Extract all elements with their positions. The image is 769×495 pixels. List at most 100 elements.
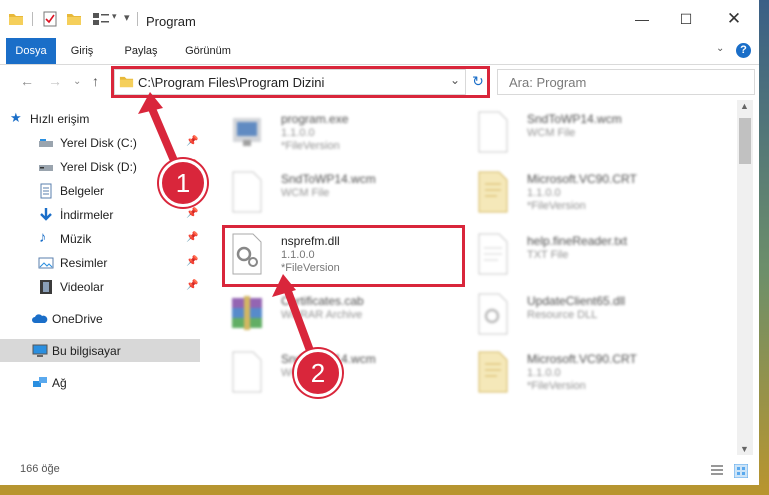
back-arrow-icon[interactable]: ← xyxy=(20,73,34,89)
file-item-vc90-crt[interactable]: Microsoft.VC90.CRT 1.1.0.0 *FileVersion xyxy=(465,344,705,400)
tab-paylas[interactable]: Paylaş xyxy=(118,38,164,64)
film-icon xyxy=(40,280,52,294)
sidebar-item-downloads[interactable]: İndirmeler 📌 xyxy=(0,203,200,226)
picture-icon xyxy=(38,257,54,269)
sidebar-item-onedrive[interactable]: OneDrive xyxy=(0,307,200,330)
file-type: 1.1.0.0 xyxy=(527,367,561,379)
file-name: UpdateClient65.dll xyxy=(527,294,626,308)
divider xyxy=(137,12,138,26)
scroll-down-icon[interactable]: ▼ xyxy=(740,444,749,454)
file-item-vc90-crt[interactable]: Microsoft.VC90.CRT 1.1.0.0 *FileVersion xyxy=(465,164,705,220)
blank-file-icon xyxy=(478,111,508,153)
pin-icon[interactable]: 📌 xyxy=(186,232,198,243)
sidebar-item-network[interactable]: Ağ xyxy=(0,371,200,394)
up-arrow-icon[interactable]: ↑ xyxy=(92,73,99,89)
pin-icon[interactable]: 📌 xyxy=(186,208,198,219)
tab-giris[interactable]: Giriş xyxy=(62,38,102,64)
blank-file-icon xyxy=(232,171,262,213)
vertical-scrollbar[interactable]: ▲ ▼ xyxy=(737,100,753,455)
file-item-sndtowp14[interactable]: SndToWP14.wcm WCM File xyxy=(465,104,705,160)
music-note-icon: ♪ xyxy=(39,229,47,246)
file-name: Microsoft.VC90.CRT xyxy=(527,352,637,366)
pin-icon[interactable]: 📌 xyxy=(186,280,198,291)
close-button[interactable]: ✕ xyxy=(711,0,757,38)
pin-icon[interactable]: 📌 xyxy=(186,256,198,267)
status-bar: 166 öğe xyxy=(0,458,759,485)
file-type: 1.1.0.0 xyxy=(527,187,561,199)
file-version: *FileVersion xyxy=(281,140,340,152)
folder-icon[interactable] xyxy=(8,11,24,27)
drive-icon xyxy=(39,139,53,147)
expand-ribbon-icon[interactable]: ⌄ xyxy=(716,43,724,54)
scrollbar-thumb[interactable] xyxy=(739,118,751,164)
window-title: Program xyxy=(146,14,196,29)
sidebar-item-pictures[interactable]: Resimler 📌 xyxy=(0,251,200,274)
file-item-sndtowp14[interactable]: SndToWP14.wcm WCM File xyxy=(219,164,459,220)
maximize-button[interactable]: ☐ xyxy=(663,0,709,38)
recent-locations-icon[interactable]: ⌄ xyxy=(73,76,81,87)
scroll-up-icon[interactable]: ▲ xyxy=(740,101,749,111)
file-item-updateclient-dll[interactable]: UpdateClient65.dll Resource DLL xyxy=(465,286,705,342)
view-options-icon[interactable] xyxy=(92,11,110,27)
sidebar-item-quick-access[interactable]: ★ Hızlı erişim xyxy=(0,107,200,130)
exe-icon xyxy=(233,118,261,146)
navigation-pane: ★ Hızlı erişim Yerel Disk (C:) 📌 Yerel D… xyxy=(0,100,205,455)
sidebar-item-label: Belgeler xyxy=(60,184,105,198)
sidebar-item-this-pc[interactable]: Bu bilgisayar xyxy=(0,339,200,362)
network-icon xyxy=(33,377,47,387)
file-type: 1.1.0.0 xyxy=(281,127,315,139)
pin-icon[interactable]: 📌 xyxy=(186,136,198,147)
sidebar-item-label: Yerel Disk (C:) xyxy=(60,136,137,150)
customize-toolbar-icon[interactable]: ▾ xyxy=(124,11,130,27)
details-view-icon[interactable] xyxy=(710,464,724,478)
chevron-down-icon[interactable]: ▾ xyxy=(112,11,117,27)
sidebar-item-label: Yerel Disk (D:) xyxy=(60,160,137,174)
address-bar-highlight xyxy=(111,66,490,98)
file-name: SndToWP14.wcm xyxy=(281,172,376,186)
sidebar-item-videos[interactable]: Videolar 📌 xyxy=(0,275,200,298)
sidebar-item-label: Müzik xyxy=(60,232,92,246)
blank-file-icon xyxy=(232,351,262,393)
sidebar-item-label: Videolar xyxy=(60,280,104,294)
file-name: Microsoft.VC90.CRT xyxy=(527,172,637,186)
sidebar-item-music[interactable]: ♪ Müzik 📌 xyxy=(0,227,200,250)
file-name: Certificates.cab xyxy=(281,294,364,308)
file-type: TXT File xyxy=(527,249,569,261)
file-item-program-exe[interactable]: program.exe 1.1.0.0 *FileVersion xyxy=(219,104,459,160)
document-icon xyxy=(40,183,52,199)
sidebar-item-label: Resimler xyxy=(60,256,108,270)
tab-dosya[interactable]: Dosya xyxy=(6,38,56,64)
sidebar-item-label: Ağ xyxy=(52,376,67,390)
drive-icon xyxy=(39,165,53,171)
archive-icon xyxy=(232,296,262,330)
file-item-certificates-cab[interactable]: Certificates.cab WinRAR Archive xyxy=(219,286,459,342)
file-type: WinRAR Archive xyxy=(281,309,363,321)
sidebar-item-label: OneDrive xyxy=(52,312,103,326)
file-highlight xyxy=(222,225,465,287)
minimize-button[interactable]: — xyxy=(619,0,665,38)
file-type: Resource DLL xyxy=(527,309,598,321)
file-name: help.fineReader.txt xyxy=(527,234,628,248)
file-item-help-txt[interactable]: help.fineReader.txt TXT File xyxy=(465,226,705,282)
cloud-icon xyxy=(32,314,48,323)
search-input[interactable]: Ara: Program xyxy=(497,69,755,95)
computer-icon xyxy=(32,344,48,357)
file-name: SndToWP14.wcm xyxy=(527,112,622,126)
help-button[interactable]: ? xyxy=(736,43,751,58)
search-placeholder: Ara: Program xyxy=(509,75,587,90)
ribbon-tabs: Dosya Giriş Paylaş Görünüm ⌄ ? xyxy=(0,38,759,65)
file-version: *FileVersion xyxy=(527,380,586,392)
tiles-view-icon[interactable] xyxy=(734,464,748,478)
properties-icon[interactable] xyxy=(42,11,58,27)
sidebar-item-label: Hızlı erişim xyxy=(30,112,90,126)
item-count: 166 öğe xyxy=(20,463,60,475)
tab-gorunum[interactable]: Görünüm xyxy=(178,38,238,64)
file-version: *FileVersion xyxy=(527,200,586,212)
forward-arrow-icon[interactable]: → xyxy=(48,73,62,89)
new-folder-icon[interactable] xyxy=(66,11,82,27)
dll-gear-icon xyxy=(478,293,508,335)
title-bar: ▾ ▾ Program — ☐ ✕ xyxy=(0,0,759,38)
sidebar-item-label: İndirmeler xyxy=(60,208,114,222)
sidebar-item-disk-c[interactable]: Yerel Disk (C:) 📌 xyxy=(0,131,200,154)
manifest-file-icon xyxy=(478,171,508,213)
